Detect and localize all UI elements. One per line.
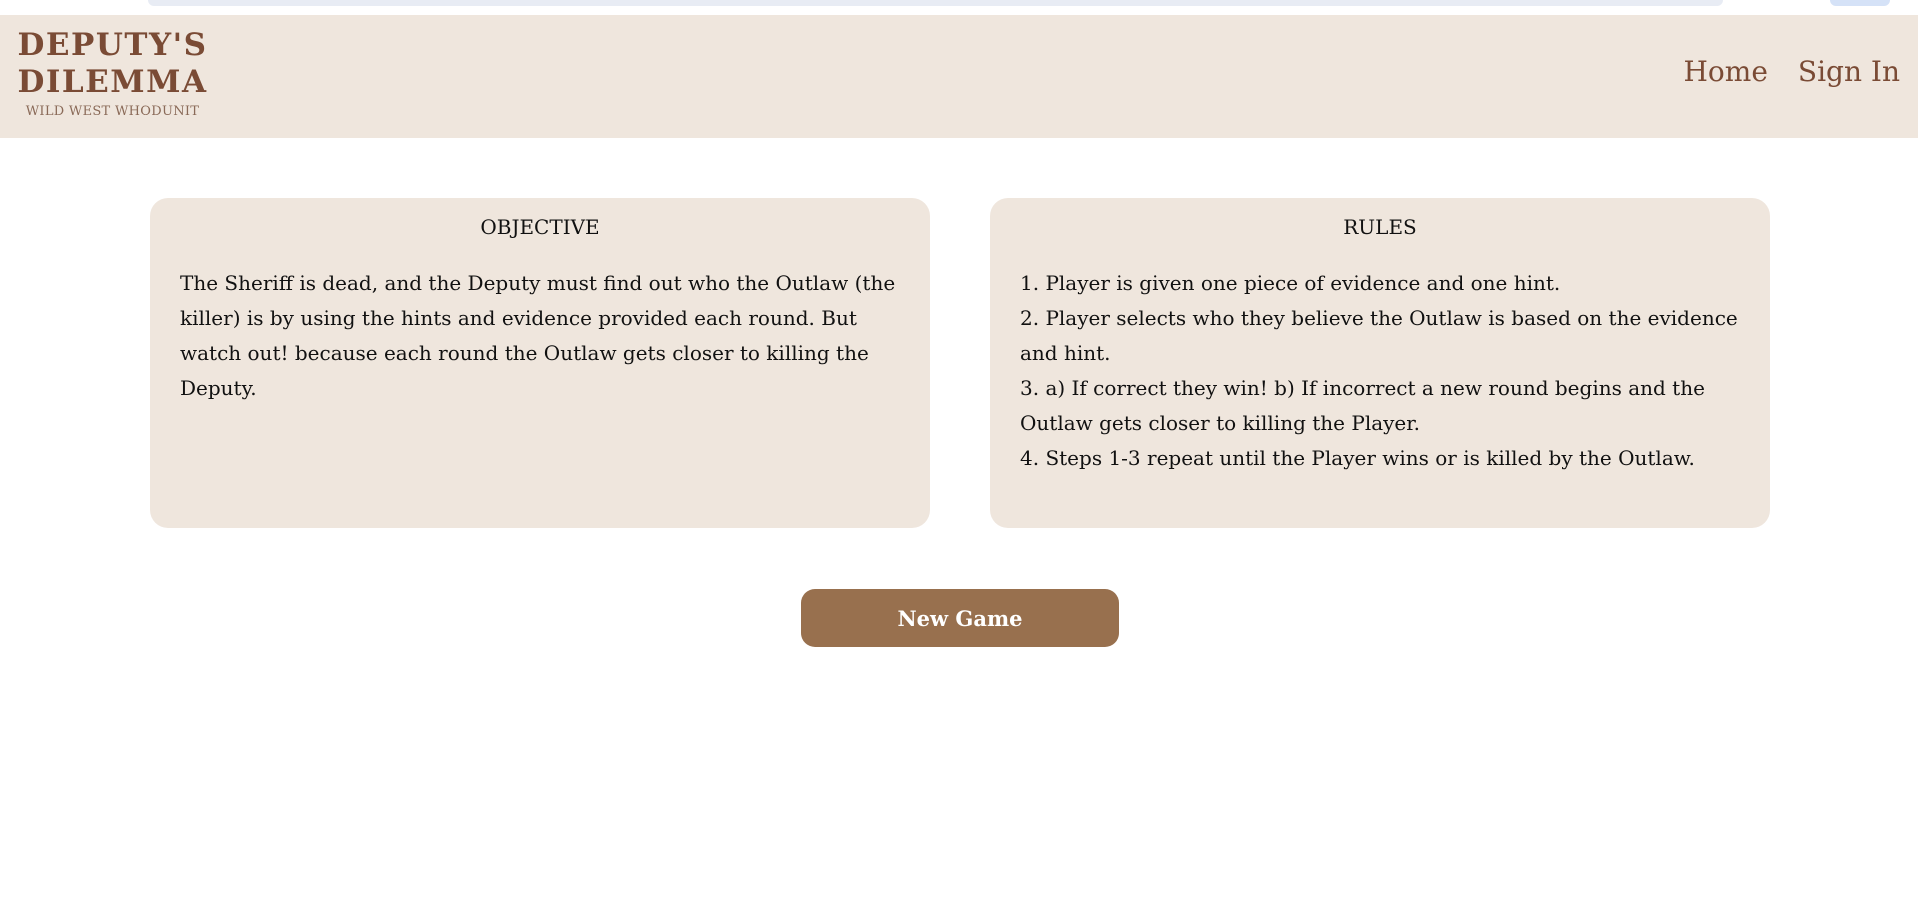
rules-list: 1. Player is given one piece of evidence… xyxy=(1020,266,1740,476)
site-logo[interactable]: DEPUTY'S DILEMMA WILD WEST WHODUNIT xyxy=(10,27,215,120)
rules-list-item: 3. a) If correct they win! b) If incorre… xyxy=(1020,376,1705,435)
objective-title: OBJECTIVE xyxy=(480,215,600,239)
objective-card: OBJECTIVE The Sheriff is dead, and the D… xyxy=(150,198,930,528)
rules-list-item: 4. Steps 1-3 repeat until the Player win… xyxy=(1020,446,1695,470)
browser-button-edge xyxy=(1830,0,1890,6)
logo-title-line1: DEPUTY'S xyxy=(17,27,208,63)
rules-list-item: 1. Player is given one piece of evidence… xyxy=(1020,271,1561,295)
nav-home-link[interactable]: Home xyxy=(1684,55,1768,88)
objective-text: The Sheriff is dead, and the Deputy must… xyxy=(180,271,896,400)
browser-address-bar-edge xyxy=(148,0,1723,6)
new-game-button[interactable]: New Game xyxy=(801,589,1119,647)
rules-title: RULES xyxy=(1343,215,1417,239)
main-nav: Home Sign In xyxy=(1684,55,1901,88)
rules-card: RULES 1. Player is given one piece of ev… xyxy=(990,198,1770,528)
nav-sign-in-link[interactable]: Sign In xyxy=(1798,55,1900,88)
logo-subtitle: WILD WEST WHODUNIT xyxy=(25,104,200,119)
logo-title-line2: DILEMMA xyxy=(17,64,208,100)
browser-top-strip xyxy=(0,0,1918,15)
site-header: DEPUTY'S DILEMMA WILD WEST WHODUNIT Home… xyxy=(0,15,1918,138)
rules-list-item: 2. Player selects who they believe the O… xyxy=(1020,306,1738,365)
